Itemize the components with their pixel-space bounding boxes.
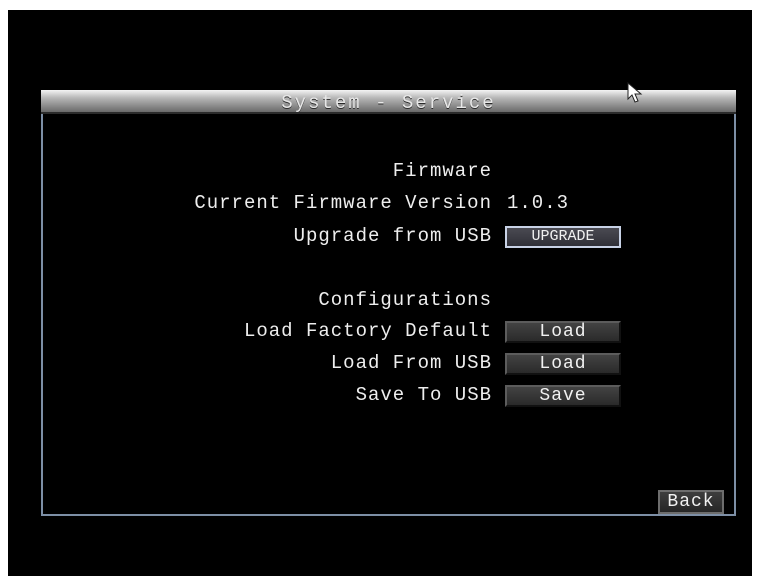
current-firmware-version-label: Current Firmware Version [194,192,492,214]
system-service-dialog: System - Service Firmware Current Firmwa… [41,90,736,516]
load-from-usb-label: Load From USB [330,352,492,374]
upgrade-from-usb-label: Upgrade from USB [293,225,492,247]
upgrade-button[interactable]: UPGRADE [505,226,621,248]
back-button[interactable]: Back [658,490,724,514]
mouse-pointer-icon [627,82,643,103]
current-firmware-version-value: 1.0.3 [507,192,570,214]
configurations-heading: Configurations [318,289,492,311]
load-factory-default-label: Load Factory Default [243,320,492,342]
save-to-usb-button[interactable]: Save [505,385,621,407]
dvr-screen: System - Service Firmware Current Firmwa… [8,10,752,576]
firmware-heading: Firmware [392,160,492,182]
load-factory-default-button[interactable]: Load [505,321,621,343]
save-to-usb-label: Save To USB [355,384,492,406]
load-from-usb-button[interactable]: Load [505,353,621,375]
